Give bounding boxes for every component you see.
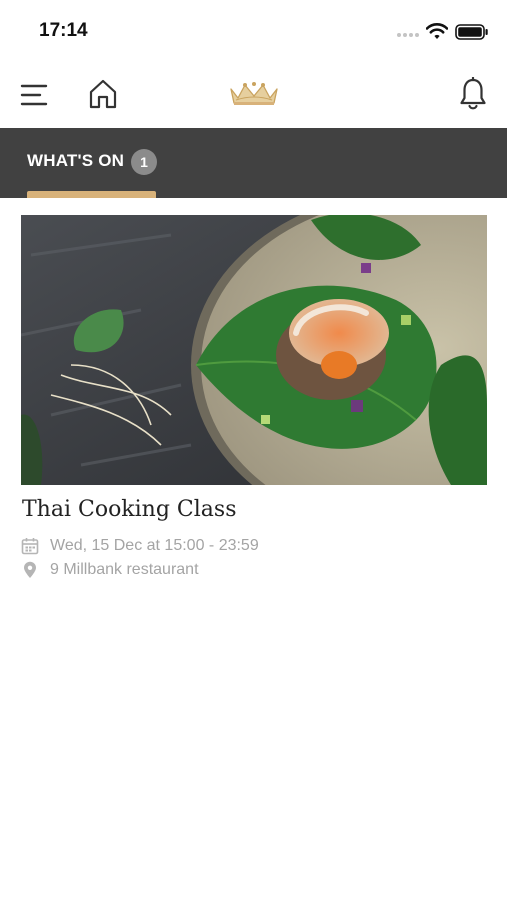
menu-icon[interactable] — [20, 82, 48, 108]
tab-bar: WHAT'S ON 1 — [0, 128, 507, 198]
event-location-row: 9 Millbank restaurant — [21, 561, 199, 579]
location-pin-icon — [24, 561, 36, 578]
status-time: 17:14 — [39, 20, 88, 41]
bell-icon[interactable] — [459, 77, 487, 111]
nav-bar — [0, 64, 507, 128]
status-bar: 17:14 — [0, 0, 507, 64]
calendar-icon — [21, 538, 39, 555]
tab-label: WHAT'S ON — [27, 151, 125, 170]
battery-icon — [455, 24, 488, 40]
event-card[interactable]: Thai Cooking Class Wed, 15 Dec at 15:00 … — [21, 215, 487, 595]
home-icon[interactable] — [88, 78, 118, 110]
tab-active-indicator — [27, 191, 156, 198]
tab-whats-on[interactable]: WHAT'S ON 1 — [27, 128, 157, 198]
wifi-icon — [426, 23, 448, 39]
crown-logo-icon[interactable] — [228, 81, 280, 107]
event-date-row: Wed, 15 Dec at 15:00 - 23:59 — [21, 537, 259, 555]
event-location: 9 Millbank restaurant — [50, 561, 199, 578]
tab-count-badge: 1 — [131, 149, 157, 175]
signal-dots-icon — [397, 33, 419, 37]
event-title[interactable]: Thai Cooking Class — [22, 497, 237, 522]
event-date: Wed, 15 Dec at 15:00 - 23:59 — [50, 537, 259, 554]
event-image[interactable] — [21, 215, 487, 485]
